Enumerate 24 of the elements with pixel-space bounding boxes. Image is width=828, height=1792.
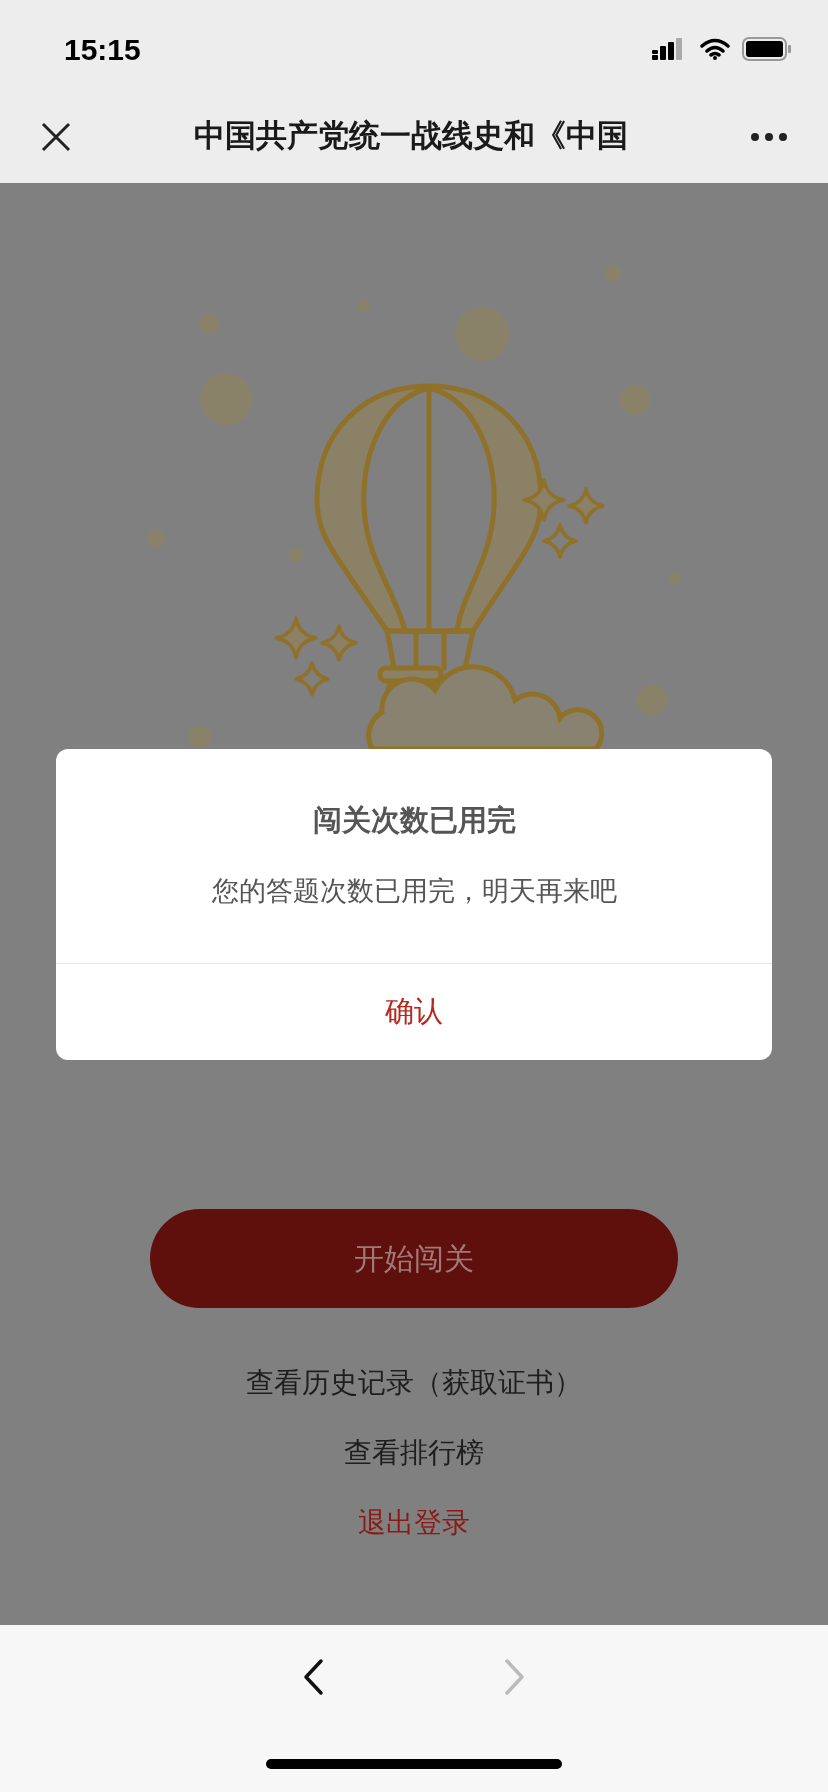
bubble-dot <box>605 265 621 281</box>
wifi-icon <box>700 38 730 60</box>
text-link[interactable]: 退出登录 <box>358 1488 470 1558</box>
dialog-title: 闯关次数已用完 <box>312 803 516 838</box>
bubble-dot <box>189 726 211 748</box>
close-icon[interactable] <box>40 120 72 153</box>
bubble-dot <box>358 300 370 312</box>
dialog-message: 您的答题次数已用完，明天再来吧 <box>211 874 617 908</box>
bubble-dot <box>289 548 303 562</box>
start-button[interactable]: 开始闯关 <box>150 1209 678 1308</box>
bubble-dot <box>620 385 650 415</box>
bubble-dot <box>199 314 219 334</box>
bubble-dot <box>147 529 165 547</box>
bubble-dot <box>637 685 667 715</box>
status-time: 15:15 <box>64 31 141 68</box>
text-link[interactable]: 查看历史记录（获取证书） <box>246 1348 582 1418</box>
text-link[interactable]: 查看排行榜 <box>344 1418 484 1488</box>
confirm-button[interactable]: 确认 <box>56 964 772 1060</box>
page-title: 中国共产党统一战线史和《中国 <box>194 117 628 156</box>
more-icon[interactable] <box>750 131 788 142</box>
bubble-dot <box>455 307 509 361</box>
bubble-dot <box>200 373 252 425</box>
bubble-dot <box>669 573 681 585</box>
battery-icon <box>742 37 792 61</box>
